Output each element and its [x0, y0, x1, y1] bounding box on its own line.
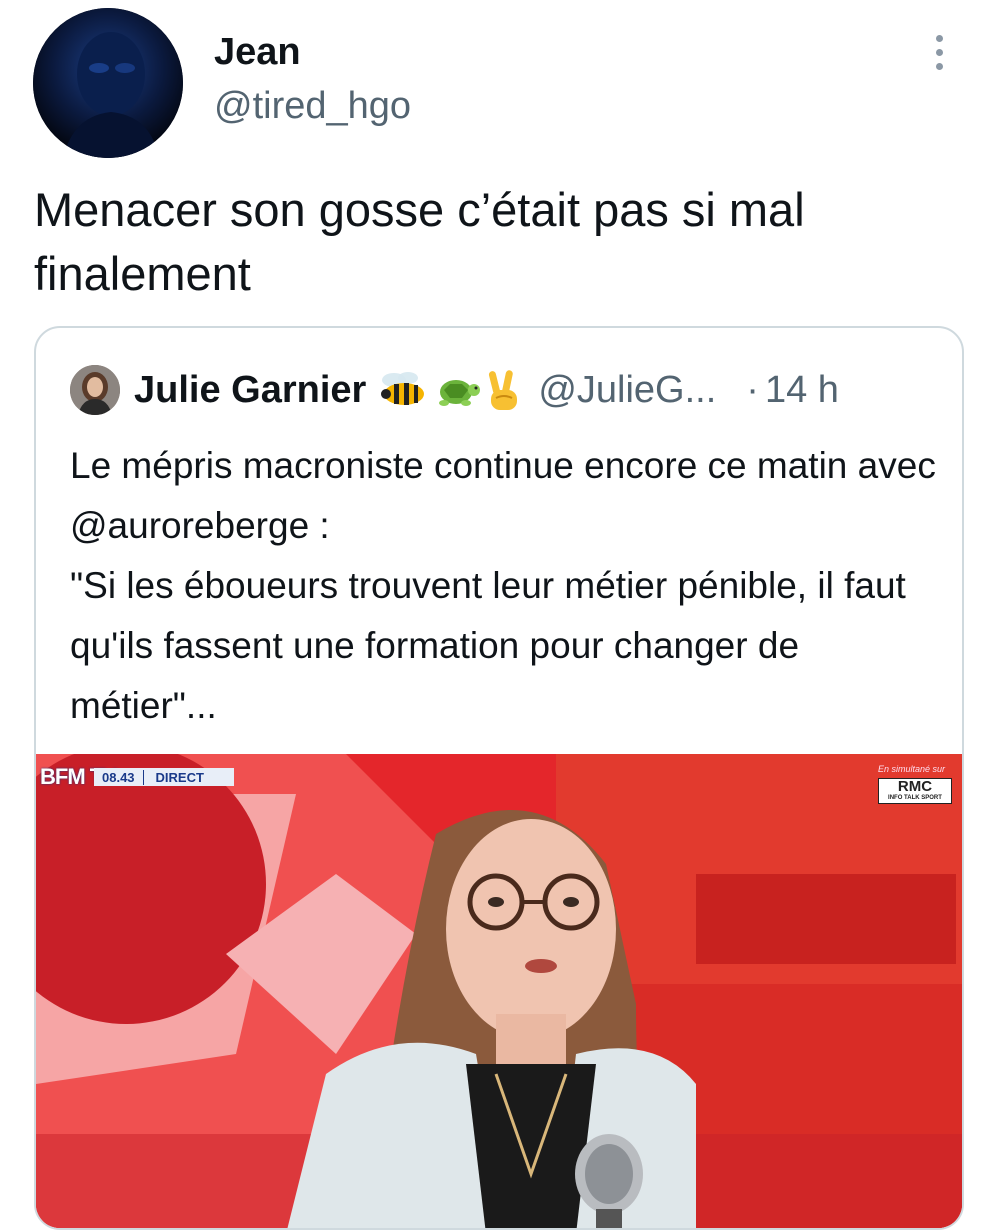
tv-screenshot-image — [36, 754, 962, 1228]
quoted-tweet-media[interactable]: BFM TV. 08.43 DIRECT En simultané sur RM… — [36, 754, 962, 1228]
more-vertical-icon-dot — [935, 48, 943, 56]
banner-live-label: DIRECT — [155, 769, 204, 785]
quoted-tweet-time[interactable]: 14 h — [765, 369, 839, 412]
quoted-author-emojis — [378, 368, 524, 412]
more-vertical-icon — [935, 34, 943, 42]
simulcast-label: En simultané sur — [878, 764, 946, 774]
more-options-button[interactable] — [920, 30, 958, 74]
bee-emoji — [381, 372, 425, 405]
quoted-tweet-card[interactable]: Julie Garnier @JulieG... · 14 h Le mépri… — [34, 326, 964, 1230]
quoted-author-handle[interactable]: @JulieG... — [538, 369, 716, 412]
tweet-text: Menacer son gosse c’était pas si mal fin… — [34, 183, 805, 300]
author-handle[interactable]: @tired_hgo — [214, 84, 411, 128]
banner-clock: 08.43 — [94, 769, 144, 785]
separator-dot: · — [746, 368, 759, 411]
radio-tagline: INFO TALK SPORT — [888, 795, 942, 801]
quoted-tweet-text: Le mépris macroniste continue encore ce … — [70, 445, 936, 726]
quoted-tweet-header: Julie Garnier @JulieG... · 14 h — [70, 362, 940, 418]
quoted-author-name[interactable]: Julie Garnier — [134, 369, 366, 412]
turtle-emoji — [439, 380, 481, 406]
quoted-author-avatar[interactable] — [70, 365, 120, 415]
author-avatar-image — [33, 8, 183, 158]
more-vertical-icon-dot — [935, 62, 943, 70]
radio-logo-text: RMC — [897, 778, 933, 795]
author-avatar[interactable] — [33, 8, 183, 158]
channel-banner: 08.43 DIRECT — [94, 768, 234, 786]
author-name[interactable]: Jean — [214, 30, 301, 74]
victory-hand-emoji — [489, 370, 518, 410]
quoted-author-avatar-image — [70, 365, 120, 415]
radio-logo: RMC INFO TALK SPORT — [878, 778, 952, 804]
